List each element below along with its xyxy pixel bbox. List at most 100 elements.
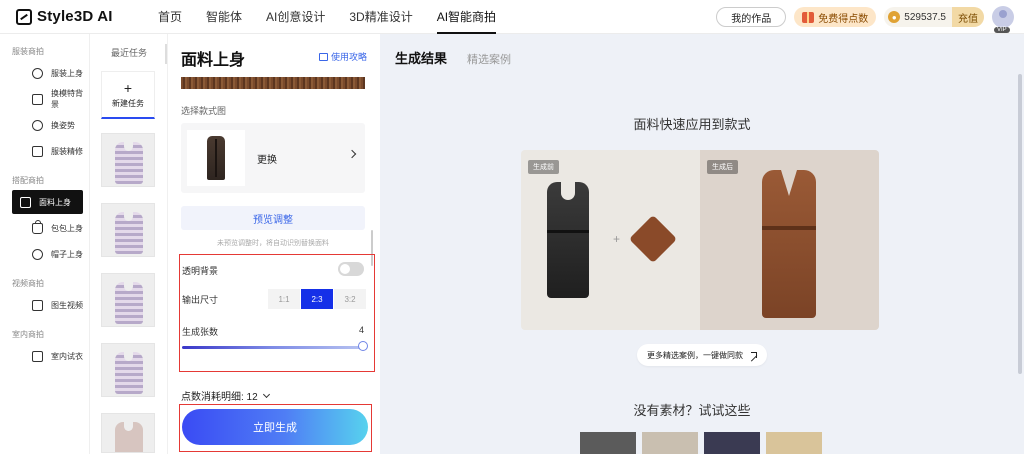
avatar[interactable]: VIP — [992, 6, 1014, 33]
fabric-preview[interactable] — [181, 77, 365, 89]
demo-title: 面料快速应用到款式 — [633, 117, 751, 132]
before-tag: 生成前 — [528, 160, 559, 174]
logo[interactable]: Style3D AI — [16, 8, 128, 25]
size-option-3-2[interactable]: 3:2 — [334, 289, 366, 309]
sidebar-item-label: 服装上身 — [51, 68, 83, 78]
model-photo-image — [115, 420, 143, 452]
nav-home[interactable]: 首页 — [146, 0, 194, 34]
vip-badge: VIP — [994, 27, 1010, 33]
settings-highlight-box: 透明背景 输出尺寸 1:1 2:3 3:2 生成张数 4 — [179, 254, 375, 372]
nav-ai-photo[interactable]: AI智能商拍 — [425, 0, 508, 34]
bag-icon — [32, 219, 43, 234]
sidebar-item-garment-on[interactable]: 服装上身 — [12, 61, 83, 85]
recharge-button[interactable]: 充值 — [952, 7, 984, 27]
preview-adjust-button[interactable]: 预览调整 — [181, 206, 365, 230]
toggle-knob — [340, 264, 350, 274]
chevron-right-icon — [347, 149, 357, 159]
fitting-icon — [32, 350, 43, 362]
book-icon — [318, 52, 328, 61]
main-scrollbar[interactable] — [1018, 74, 1022, 374]
fabric-icon — [20, 196, 31, 208]
tab-results[interactable]: 生成结果 — [395, 48, 447, 67]
sample-material[interactable] — [580, 432, 636, 454]
size-option-1-1[interactable]: 1:1 — [268, 289, 300, 309]
result-area: 生成结果 精选案例 面料快速应用到款式 生成前 + 生成后 更多精选案例，一键做… — [380, 34, 1024, 454]
sidebar-item-label: 图生视频 — [51, 300, 83, 310]
video-icon — [32, 299, 43, 311]
cost-detail[interactable]: 点数消耗明细: 12 — [181, 388, 270, 403]
sample-material[interactable] — [704, 432, 760, 454]
points-balance: ● 529537.5 充值 — [884, 7, 984, 27]
sidebar-item-label: 面料上身 — [39, 197, 71, 207]
task-thumbnail[interactable] — [101, 413, 155, 453]
recent-tasks: 最近任务 + 新建任务 — [91, 34, 167, 454]
result-tabs: 生成结果 精选案例 — [395, 48, 531, 67]
demo-after: 生成后 — [700, 150, 879, 330]
sidebar-item-refine[interactable]: 服装精修 — [12, 139, 83, 163]
arrow-up-right-icon — [751, 352, 757, 358]
task-thumbnail[interactable] — [101, 133, 155, 187]
nav-agent[interactable]: 智能体 — [194, 0, 254, 34]
sidebar-group-title: 搭配商拍 — [12, 176, 44, 185]
chevron-down-icon — [262, 390, 270, 398]
sidebar-item-label: 室内试衣 — [51, 351, 83, 361]
task-thumbnail[interactable] — [101, 343, 155, 397]
preview-hint: 未预览调整时，将自动识别替换面料 — [217, 240, 329, 247]
transparent-bg-label: 透明背景 — [182, 266, 219, 276]
sidebar-item-label: 帽子上身 — [51, 249, 83, 259]
sidebar-item-bag-on[interactable]: 包包上身 — [12, 216, 83, 240]
sample-material[interactable] — [642, 432, 698, 454]
dark-dress-image — [547, 182, 589, 298]
no-material-title: 没有素材？试试这些 — [633, 403, 751, 418]
plus-icon: + — [123, 79, 133, 96]
style-image-card[interactable]: 更换 — [181, 123, 365, 193]
usage-guide-label: 使用攻略 — [330, 52, 367, 62]
more-cases-label: 更多精选案例，一键做同款 — [647, 350, 743, 360]
generate-button[interactable]: 立即生成 — [182, 409, 368, 445]
usage-guide-link[interactable]: 使用攻略 — [318, 50, 367, 63]
output-size-selector: 1:1 2:3 3:2 — [268, 289, 367, 309]
sidebar-item-hat-on[interactable]: 帽子上身 — [12, 242, 83, 266]
sidebar-item-label: 包包上身 — [51, 223, 83, 233]
top-bar: Style3D AI 首页 智能体 AI创意设计 3D精准设计 AI智能商拍 我… — [0, 0, 1024, 34]
size-option-2-3[interactable]: 2:3 — [301, 289, 333, 309]
style-thumbnail — [187, 130, 245, 186]
nav-ai-creative[interactable]: AI创意设计 — [254, 0, 337, 34]
tank-top-image — [115, 140, 143, 184]
demo-before: 生成前 + — [521, 150, 700, 330]
my-works-button[interactable]: 我的作品 — [716, 7, 787, 27]
new-task-label: 新建任务 — [112, 98, 144, 108]
count-slider-track[interactable] — [182, 346, 364, 349]
tab-featured-cases[interactable]: 精选案例 — [467, 51, 511, 67]
sidebar-item-change-background[interactable]: 换模特背景 — [12, 87, 83, 111]
points-value: 529537.5 — [904, 11, 946, 23]
sidebar: 服装商拍 服装上身 换模特背景 换姿势 服装精修 搭配商拍 面料上身 包包上身 … — [0, 34, 90, 454]
more-cases-button[interactable]: 更多精选案例，一键做同款 — [637, 344, 767, 366]
count-label: 生成张数 — [182, 327, 219, 337]
new-task-button[interactable]: + 新建任务 — [101, 71, 155, 119]
sidebar-item-label: 服装精修 — [51, 146, 83, 156]
sidebar-group-title: 室内商拍 — [12, 330, 44, 339]
free-points-button[interactable]: 免费得点数 — [794, 7, 877, 27]
sample-material[interactable] — [766, 432, 822, 454]
count-value: 4 — [358, 325, 364, 335]
nav-3d-design[interactable]: 3D精准设计 — [337, 0, 424, 34]
generate-highlight-box: 立即生成 — [179, 404, 372, 452]
logo-text: Style3D AI — [37, 8, 113, 25]
sidebar-group-title: 服装商拍 — [12, 47, 44, 56]
task-thumbnail[interactable] — [101, 273, 155, 327]
change-style-label: 更换 — [257, 154, 277, 166]
sidebar-item-indoor-fitting[interactable]: 室内试衣 — [12, 344, 83, 368]
sidebar-item-fabric-on[interactable]: 面料上身 — [12, 190, 83, 214]
plus-icon: + — [613, 232, 621, 246]
sidebar-item-image-to-video[interactable]: 图生视频 — [12, 293, 83, 317]
main-nav: 首页 智能体 AI创意设计 3D精准设计 AI智能商拍 — [146, 0, 508, 34]
transparent-bg-toggle[interactable] — [338, 262, 364, 276]
tank-top-image — [115, 280, 143, 324]
sidebar-item-change-pose[interactable]: 换姿势 — [12, 113, 83, 137]
refine-icon — [32, 145, 43, 157]
task-thumbnail[interactable] — [101, 203, 155, 257]
count-slider-thumb[interactable] — [358, 341, 368, 351]
demo-card: 生成前 + 生成后 — [521, 150, 879, 330]
config-panel: 面料上身 使用攻略 选择款式图 更换 预览调整 未预览调整时，将自动识别替换面料… — [167, 34, 379, 454]
